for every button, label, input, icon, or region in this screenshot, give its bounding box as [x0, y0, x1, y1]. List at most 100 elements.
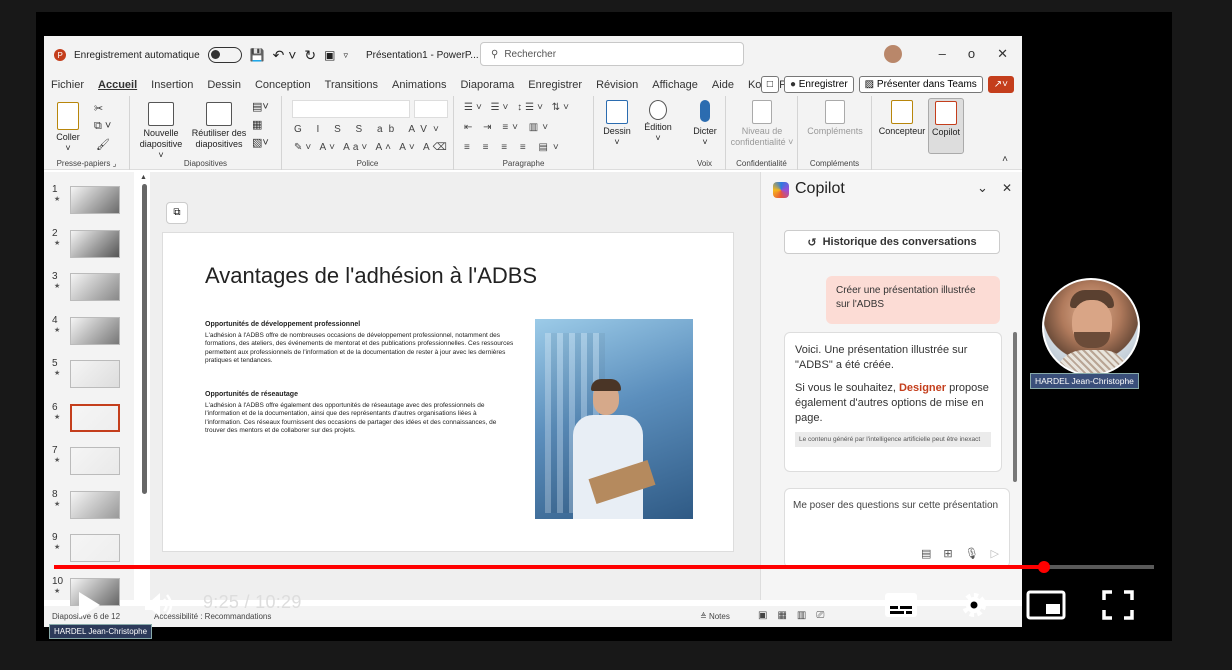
document-title: Présentation1 - PowerP...	[365, 49, 479, 61]
history-button[interactable]: ↺ Historique des conversations	[784, 230, 1000, 254]
minimize-button[interactable]: –	[939, 46, 946, 62]
progress-scrubber[interactable]	[1038, 561, 1050, 573]
close-button[interactable]: ✕	[997, 46, 1008, 62]
thumbnails-scroll-up-icon[interactable]: ▲	[140, 174, 147, 181]
time-display: 9:25 / 10:29	[203, 592, 302, 612]
account-avatar[interactable]	[884, 45, 902, 63]
record-button[interactable]: ● Enregistrer	[783, 76, 854, 93]
slide-thumbnail[interactable]	[70, 186, 120, 214]
send-icon[interactable]: ▷	[991, 547, 999, 561]
align-buttons[interactable]: ≡ ≡ ≡ ≡ ▤˅	[464, 142, 564, 153]
slide-thumbnail[interactable]	[70, 534, 120, 562]
slide-thumbnail[interactable]	[70, 490, 120, 519]
user-message: Créer une présentation illustrée sur l'A…	[826, 276, 1000, 324]
tab-7[interactable]: Diaporama	[453, 79, 521, 91]
play-icon[interactable]	[76, 590, 102, 620]
transition-star-icon: ★	[54, 587, 61, 595]
slides-group-label: Diapositives	[183, 159, 228, 168]
tab-2[interactable]: Insertion	[144, 79, 200, 91]
tab-4[interactable]: Conception	[248, 79, 318, 91]
transition-star-icon: ★	[54, 370, 61, 377]
copilot-ribbon-button[interactable]: Copilot	[928, 98, 964, 154]
tab-8[interactable]: Enregistrer	[521, 79, 589, 91]
present-teams-button[interactable]: ▨ Présenter dans Teams	[858, 76, 983, 93]
section-body: L'adhésion à l'ADBS offre de nombreuses …	[205, 331, 514, 365]
designer-button[interactable]: Concepteur	[878, 100, 926, 137]
copilot-prompt-input[interactable]: Me poser des questions sur cette présent…	[784, 488, 1010, 568]
tab-6[interactable]: Animations	[385, 79, 453, 91]
tab-0[interactable]: Fichier	[44, 79, 91, 91]
settings-gear-icon[interactable]	[958, 589, 990, 621]
copilot-slide-icon[interactable]: ⧉	[166, 202, 188, 224]
paste-button[interactable]: Coller ˅	[52, 102, 84, 154]
format-painter-icon[interactable]: 🖌	[96, 138, 110, 151]
list-buttons[interactable]: ☰˅ ☰˅ ↕☰˅ ⇅˅	[464, 102, 572, 113]
designer-link[interactable]: Designer	[899, 382, 946, 394]
redo-icon[interactable]: ↻	[304, 47, 316, 64]
layout-icon[interactable]: ▤˅	[252, 100, 269, 113]
share-button[interactable]: ↗˅	[987, 76, 1014, 93]
copilot-collapse-icon[interactable]: ⌄	[977, 180, 988, 196]
slide-thumbnail[interactable]	[70, 403, 120, 432]
reuse-slides-button[interactable]: Réutiliser des diapositives	[190, 102, 248, 150]
restore-button[interactable]: ο	[968, 46, 975, 62]
font-color-buttons[interactable]: ✎˅ A˅ Aa˅ A˄ A˅ A⌫	[294, 142, 450, 153]
font-size-dropdown[interactable]	[414, 100, 448, 118]
customize-qat-icon[interactable]: ▿	[343, 50, 348, 61]
attach-icon[interactable]: ⊞	[943, 547, 952, 561]
transition-star-icon: ★	[54, 239, 61, 247]
reset-icon[interactable]: ▦	[252, 118, 262, 131]
video-player[interactable]: P Enregistrement automatique 💾 ↶ ˅ ↻ ▣ ▿…	[36, 12, 1172, 641]
transition-star-icon: ★	[54, 326, 61, 334]
tab-11[interactable]: Aide	[705, 79, 741, 91]
slide-thumbnail[interactable]	[70, 273, 120, 301]
tab-10[interactable]: Affichage	[645, 79, 705, 91]
copilot-scrollbar[interactable]	[1013, 332, 1017, 482]
dictate-button[interactable]: Dicter ˅	[688, 100, 722, 148]
cut-icon[interactable]: ✂	[94, 102, 103, 115]
tab-5[interactable]: Transitions	[318, 79, 385, 91]
comments-icon[interactable]: □	[760, 76, 779, 93]
sensitivity-button[interactable]: Niveau de confidentialité ˅	[730, 100, 794, 148]
sensitivity-icon	[752, 100, 772, 124]
fullscreen-icon[interactable]	[1102, 590, 1134, 620]
new-slide-button[interactable]: Nouvelle diapositive ˅	[136, 102, 186, 161]
tab-3[interactable]: Dessin	[200, 79, 248, 91]
copy-icon[interactable]: ⧉ ˅	[94, 120, 111, 133]
collapse-ribbon-icon[interactable]: ˄	[1002, 154, 1008, 165]
slide-thumbnail[interactable]	[70, 229, 120, 258]
slide-thumbnail[interactable]	[70, 316, 120, 345]
indent-buttons[interactable]: ⇤ ⇥ ≡˅ ▥˅	[464, 122, 552, 133]
font-name-dropdown[interactable]	[292, 100, 410, 118]
volume-icon[interactable]	[143, 590, 177, 620]
copilot-close-icon[interactable]: ✕	[1002, 181, 1012, 195]
autosave-toggle[interactable]	[207, 47, 242, 63]
slide-thumbnail[interactable]	[70, 447, 120, 475]
search-box[interactable]: ⚲ Rechercher	[480, 42, 744, 66]
subtitles-icon[interactable]	[884, 592, 918, 618]
title-bar: P Enregistrement automatique 💾 ↶ ˅ ↻ ▣ ▿…	[44, 36, 1022, 74]
font-format-buttons[interactable]: G I S S ab AV˅	[294, 124, 445, 135]
svg-text:P: P	[58, 51, 63, 60]
editing-button[interactable]: Édition ˅	[638, 100, 678, 144]
section-icon[interactable]: ▧˅	[252, 136, 269, 149]
notes-button[interactable]: ≜ Notes	[700, 612, 730, 621]
view-buttons[interactable]: ▣▦▥⎚	[758, 610, 834, 621]
miniplayer-icon[interactable]	[1026, 590, 1066, 620]
tab-9[interactable]: Révision	[589, 79, 645, 91]
ribbon: Coller ˅ ✂ ⧉ ˅ 🖌 Presse-papiers ⌟ Nouvell…	[44, 96, 1022, 170]
thumbnail-number: 3	[52, 271, 58, 282]
tab-1[interactable]: Accueil	[91, 79, 144, 91]
microphone-icon[interactable]: 🎙	[965, 547, 979, 561]
thumbnails-scrollbar[interactable]	[142, 184, 147, 494]
progress-bar[interactable]	[54, 561, 1154, 573]
slide-thumbnail[interactable]	[70, 360, 120, 388]
search-icon: ⚲	[491, 48, 499, 60]
addins-button[interactable]: Compléments	[802, 100, 868, 137]
drawing-button[interactable]: Dessin ˅	[598, 100, 636, 148]
undo-icon[interactable]: ↶ ˅	[273, 47, 297, 64]
save-icon[interactable]: 💾	[250, 48, 265, 62]
current-slide[interactable]: Avantages de l'adhésion à l'ADBS Opportu…	[162, 232, 734, 552]
presenter-icon[interactable]: ▣	[324, 48, 335, 62]
prompt-guide-icon[interactable]: ▤	[921, 547, 931, 561]
